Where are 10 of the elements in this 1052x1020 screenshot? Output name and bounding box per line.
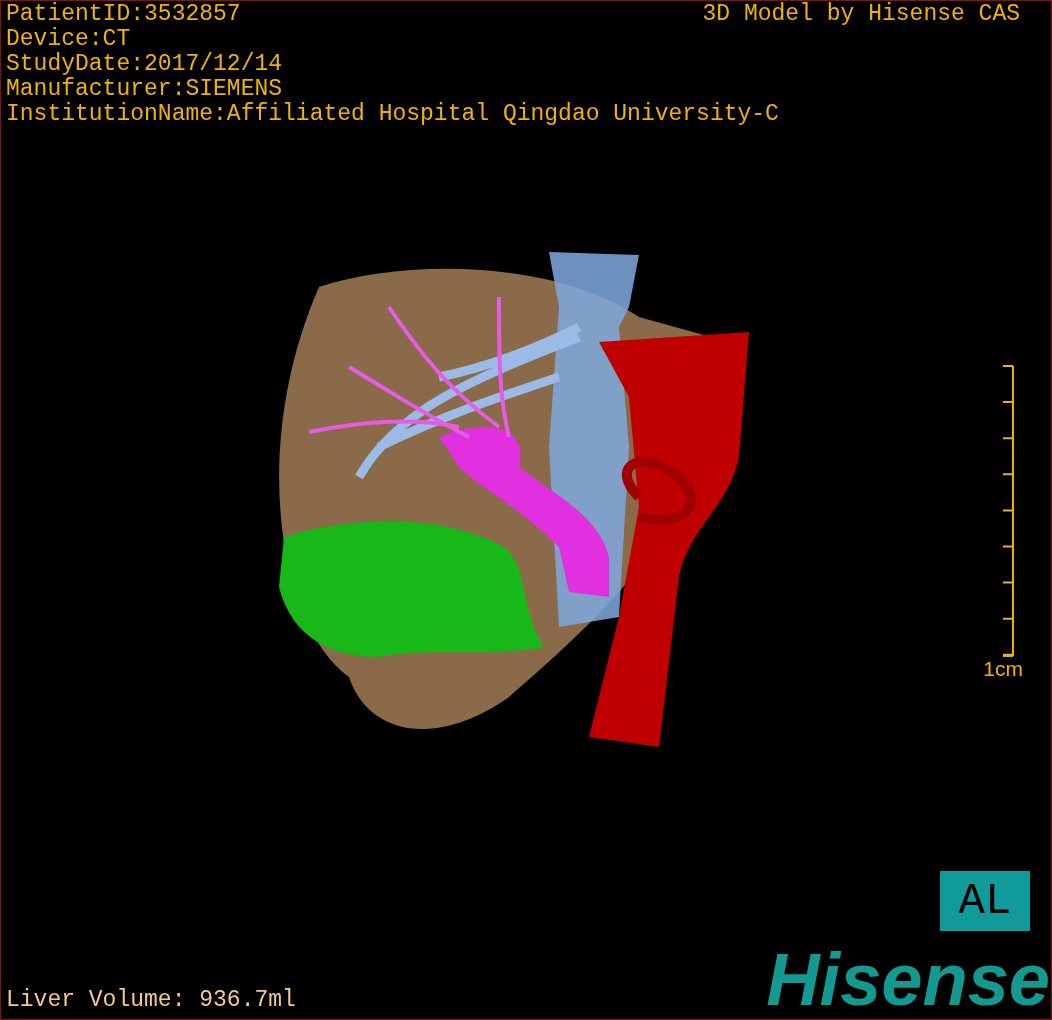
scale-label: 1cm — [983, 657, 1023, 681]
orientation-label: AL — [940, 871, 1030, 931]
volume-text: Liver Volume: 936.7ml — [6, 988, 296, 1013]
info-text: Device:CT — [6, 27, 131, 52]
brand-logo: Hisense — [766, 947, 1050, 1013]
info-text: StudyDate:2017/12/14 — [6, 52, 283, 77]
info-text: InstitutionName:Affiliated Hospital Qingdao University-C — [6, 102, 779, 127]
credit-text: 3D Model by Hisense CAS — [702, 2, 1020, 27]
info-text: PatientID:3532857 — [6, 2, 241, 27]
info-text: Manufacturer:SIEMENS — [6, 77, 283, 102]
